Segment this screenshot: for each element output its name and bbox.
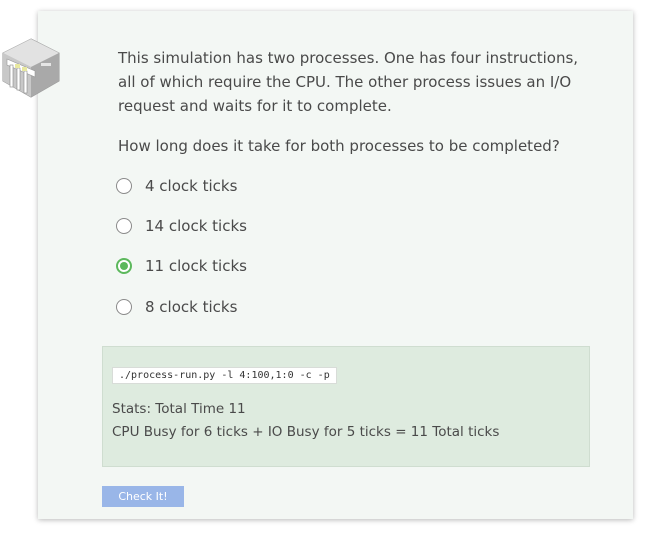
option-4-clock-ticks[interactable]: 4 clock ticks xyxy=(116,175,237,197)
option-label: 4 clock ticks xyxy=(145,177,238,195)
command-code: ./process-run.py -l 4:100,1:0 -c -p xyxy=(112,367,337,384)
radio-button[interactable] xyxy=(116,218,132,234)
radio-button[interactable] xyxy=(116,178,132,194)
radio-button-selected[interactable] xyxy=(116,258,132,274)
check-it-button[interactable]: Check It! xyxy=(102,486,184,507)
option-11-clock-ticks[interactable]: 11 clock ticks xyxy=(116,255,247,277)
radio-button[interactable] xyxy=(116,299,132,315)
result-panel: ./process-run.py -l 4:100,1:0 -c -p Stat… xyxy=(102,346,590,467)
stats-total-time: Stats: Total Time 11 xyxy=(112,401,246,417)
question-text: This simulation has two processes. One h… xyxy=(118,49,579,115)
building-column-logo xyxy=(1,37,61,99)
option-label: 14 clock ticks xyxy=(145,217,247,235)
question-prompt: How long does it take for both processes… xyxy=(118,137,560,155)
option-14-clock-ticks[interactable]: 14 clock ticks xyxy=(116,215,247,237)
option-label: 11 clock ticks xyxy=(145,257,247,275)
option-8-clock-ticks[interactable]: 8 clock ticks xyxy=(116,296,237,318)
option-label: 8 clock ticks xyxy=(145,298,238,316)
stats-breakdown: CPU Busy for 6 ticks + IO Busy for 5 tic… xyxy=(112,424,500,440)
